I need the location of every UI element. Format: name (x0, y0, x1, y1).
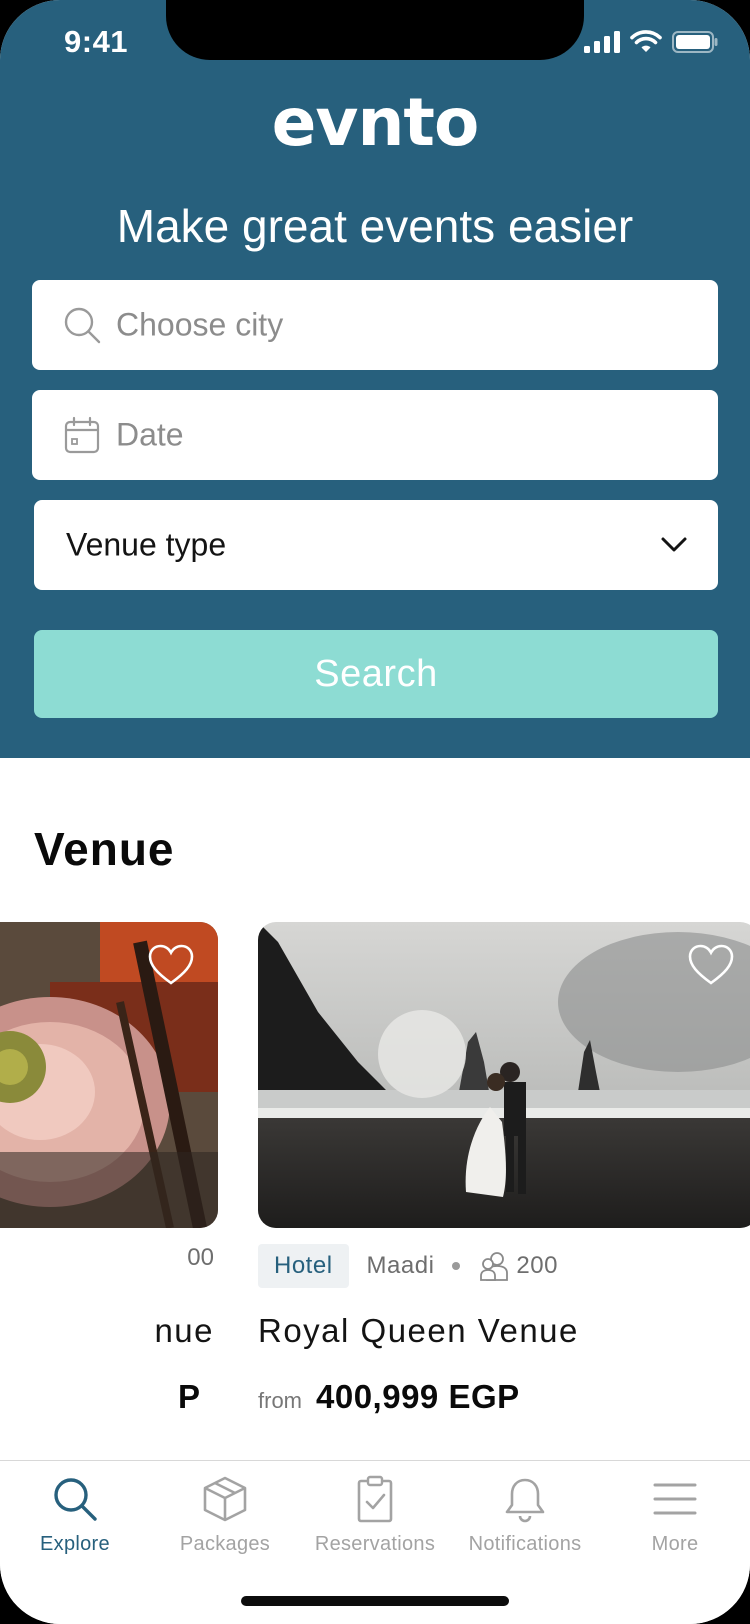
header-tagline: Make great events easier (116, 200, 634, 252)
search-icon (64, 307, 101, 344)
clipboard-icon (357, 1475, 393, 1523)
battery-icon (672, 31, 718, 53)
chevron-down-icon (661, 537, 687, 552)
device-notch (166, 0, 584, 60)
home-indicator (241, 1596, 509, 1606)
tab-packages[interactable]: Packages (150, 1475, 300, 1556)
venue-card-partial[interactable]: 00 nue P (0, 922, 218, 1415)
package-icon (203, 1476, 247, 1522)
search-button[interactable]: Search (34, 630, 718, 718)
tab-explore[interactable]: Explore (0, 1475, 150, 1556)
venue-price: P (177, 1378, 200, 1415)
venue-type-select[interactable]: Venue type (34, 500, 718, 590)
city-input[interactable]: Choose city (32, 280, 718, 370)
venue-price-row: from 400,999 EGP (258, 1378, 520, 1416)
app-logo: evnto (271, 84, 480, 161)
app-screen: 9:41 evnto Make great events easier Choo… (0, 0, 750, 1624)
bell-icon (505, 1478, 545, 1523)
venue-name: Royal Queen Venue (258, 1312, 579, 1349)
venue-location: Maadi (366, 1252, 435, 1279)
cellular-signal-icon (584, 31, 620, 53)
tab-label: Reservations (314, 1533, 436, 1555)
tab-label: More (651, 1533, 699, 1555)
wifi-icon (630, 30, 662, 52)
tab-reservations[interactable]: Reservations (300, 1475, 450, 1556)
calendar-icon (64, 416, 100, 454)
date-input[interactable]: Date (32, 390, 718, 480)
venue-card[interactable]: Hotel Maadi 200 Royal Queen Venue from 4… (258, 922, 750, 1415)
tab-label: Notifications (468, 1533, 582, 1555)
venue-capacity: 200 (516, 1252, 558, 1279)
search-header: 9:41 evnto Make great events easier Choo… (0, 0, 750, 758)
search-icon (54, 1478, 97, 1521)
status-time: 9:41 (64, 24, 129, 59)
tab-more[interactable]: More (600, 1475, 750, 1556)
status-icons (584, 30, 718, 54)
tab-notifications[interactable]: Notifications (450, 1475, 600, 1556)
heart-icon[interactable] (148, 944, 194, 986)
venue-meta: Hotel Maadi 200 (258, 1244, 558, 1288)
venue-image (258, 922, 750, 1228)
price-prefix: from (258, 1388, 302, 1413)
venue-capacity: 00 (187, 1244, 214, 1271)
tab-label: Explore (40, 1533, 110, 1555)
heart-icon[interactable] (688, 944, 734, 986)
venue-section-title: Venue (34, 823, 175, 875)
venue-type-badge: Hotel (258, 1244, 349, 1288)
venue-price: 400,999 EGP (316, 1378, 520, 1415)
venue-type-value: Venue type (66, 526, 227, 563)
tab-label: Packages (179, 1533, 271, 1555)
venue-name: nue (154, 1312, 214, 1349)
city-placeholder: Choose city (116, 306, 284, 343)
beach-couple-photo (258, 922, 750, 1228)
separator-dot (452, 1262, 461, 1270)
people-icon (480, 1252, 509, 1281)
venue-image (0, 922, 218, 1228)
date-placeholder: Date (116, 416, 184, 453)
menu-icon (653, 1483, 697, 1515)
